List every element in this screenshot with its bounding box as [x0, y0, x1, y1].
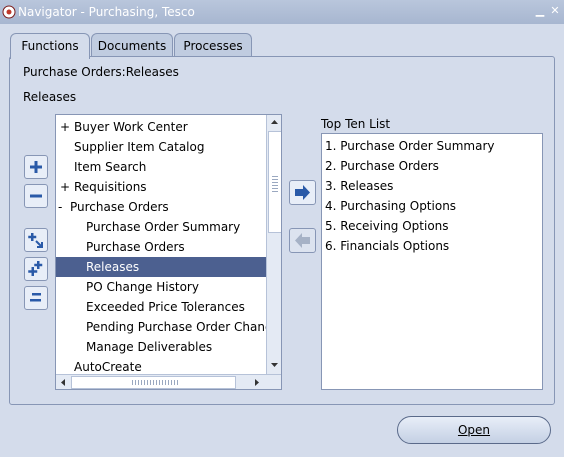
plus-icon — [30, 161, 42, 173]
grip-icon — [272, 176, 278, 194]
tree-item-supplier-item-catalog[interactable]: Supplier Item Catalog — [56, 137, 266, 157]
top-ten-item[interactable]: 4. Purchasing Options — [325, 196, 456, 216]
remove-from-top-ten-button[interactable] — [289, 228, 316, 253]
expand-branch-button[interactable] — [24, 228, 48, 252]
tree-item-releases[interactable]: Releases — [56, 257, 266, 277]
top-ten-item[interactable]: 5. Receiving Options — [325, 216, 449, 236]
left-arrow-icon — [295, 233, 310, 248]
minus-icon — [30, 194, 42, 198]
window-titlebar: Navigator - Purchasing, Tesco ▁ ✕ — [0, 0, 564, 24]
open-button-label: Open — [457, 423, 491, 437]
collapse-all-icon — [30, 293, 41, 302]
tree-expand-marker[interactable]: + — [60, 117, 70, 137]
function-tree[interactable]: + Buyer Work Center Supplier Item Catalo… — [55, 114, 282, 390]
scroll-thumb-horizontal[interactable] — [71, 376, 236, 389]
tree-item-label: Purchase Orders — [70, 200, 169, 214]
grip-icon — [132, 380, 180, 385]
tree-item-item-search[interactable]: Item Search — [56, 157, 266, 177]
tree-collapse-marker[interactable]: - — [58, 197, 62, 217]
tree-item-label: Releases — [86, 260, 140, 274]
expand-branch-icon — [28, 233, 43, 248]
top-ten-item[interactable]: 1. Purchase Order Summary — [325, 136, 494, 156]
tree-item-label: Pending Purchase Order Changes — [86, 320, 266, 334]
top-ten-item[interactable]: 2. Purchase Orders — [325, 156, 439, 176]
tree-item-po-change-history[interactable]: PO Change History — [56, 277, 266, 297]
top-ten-list[interactable]: 1. Purchase Order Summary 2. Purchase Or… — [321, 133, 543, 390]
expand-button[interactable] — [24, 155, 48, 179]
window-title: Navigator - Purchasing, Tesco — [18, 5, 195, 19]
tree-item-label: Buyer Work Center — [74, 120, 188, 134]
tree-horizontal-scrollbar[interactable] — [56, 374, 281, 389]
tree-item-label: PO Change History — [86, 280, 199, 294]
top-ten-heading: Top Ten List — [321, 117, 391, 131]
tab-functions[interactable]: Functions — [10, 33, 90, 59]
tree-expand-marker[interactable]: + — [60, 177, 70, 197]
tree-item-manage-deliverables[interactable]: Manage Deliverables — [56, 337, 266, 357]
tab-documents[interactable]: Documents — [91, 33, 173, 57]
breadcrumb: Purchase Orders:Releases — [23, 65, 179, 79]
scroll-thumb-vertical[interactable] — [268, 131, 281, 233]
tree-item-requisitions[interactable]: + Requisitions — [56, 177, 266, 197]
close-icon[interactable]: ✕ — [549, 5, 561, 17]
current-function-label: Releases — [23, 90, 77, 104]
collapse-button[interactable] — [24, 184, 48, 208]
tree-item-label: Manage Deliverables — [86, 340, 213, 354]
right-arrow-icon — [295, 185, 310, 200]
tab-processes[interactable]: Processes — [174, 33, 252, 57]
tree-vertical-scrollbar[interactable] — [266, 115, 281, 374]
top-ten-item[interactable]: 6. Financials Options — [325, 236, 449, 256]
scroll-up-arrow-icon[interactable] — [269, 117, 280, 128]
tree-item-purchase-orders[interactable]: Purchase Orders — [56, 237, 266, 257]
top-ten-item[interactable]: 3. Releases — [325, 176, 393, 196]
add-to-top-ten-button[interactable] — [289, 180, 316, 205]
expand-all-icon — [28, 261, 43, 276]
tree-item-purchase-orders-folder[interactable]: - Purchase Orders — [56, 197, 266, 217]
open-button[interactable]: Open — [397, 416, 551, 444]
tree-item-label: Exceeded Price Tolerances — [86, 300, 245, 314]
tree-item-label: Purchase Order Summary — [86, 220, 241, 234]
tree-item-label: Requisitions — [74, 180, 147, 194]
tree-item-label: Purchase Orders — [86, 240, 185, 254]
tree-item-label: Item Search — [74, 160, 147, 174]
tree-item-exceeded-price-tolerances[interactable]: Exceeded Price Tolerances — [56, 297, 266, 317]
scroll-left-arrow-icon[interactable] — [58, 377, 69, 388]
tree-item-pending-po-changes[interactable]: Pending Purchase Order Changes — [56, 317, 266, 337]
collapse-all-button[interactable] — [24, 286, 48, 310]
scroll-down-arrow-icon[interactable] — [269, 359, 280, 370]
tree-item-label: Supplier Item Catalog — [74, 140, 205, 154]
tree-item-buyer-work-center[interactable]: + Buyer Work Center — [56, 117, 266, 137]
minimize-icon[interactable]: ▁ — [534, 5, 546, 17]
tree-item-purchase-order-summary[interactable]: Purchase Order Summary — [56, 217, 266, 237]
scroll-right-arrow-icon[interactable] — [251, 377, 262, 388]
expand-all-button[interactable] — [24, 257, 48, 281]
oracle-app-icon — [2, 5, 16, 19]
